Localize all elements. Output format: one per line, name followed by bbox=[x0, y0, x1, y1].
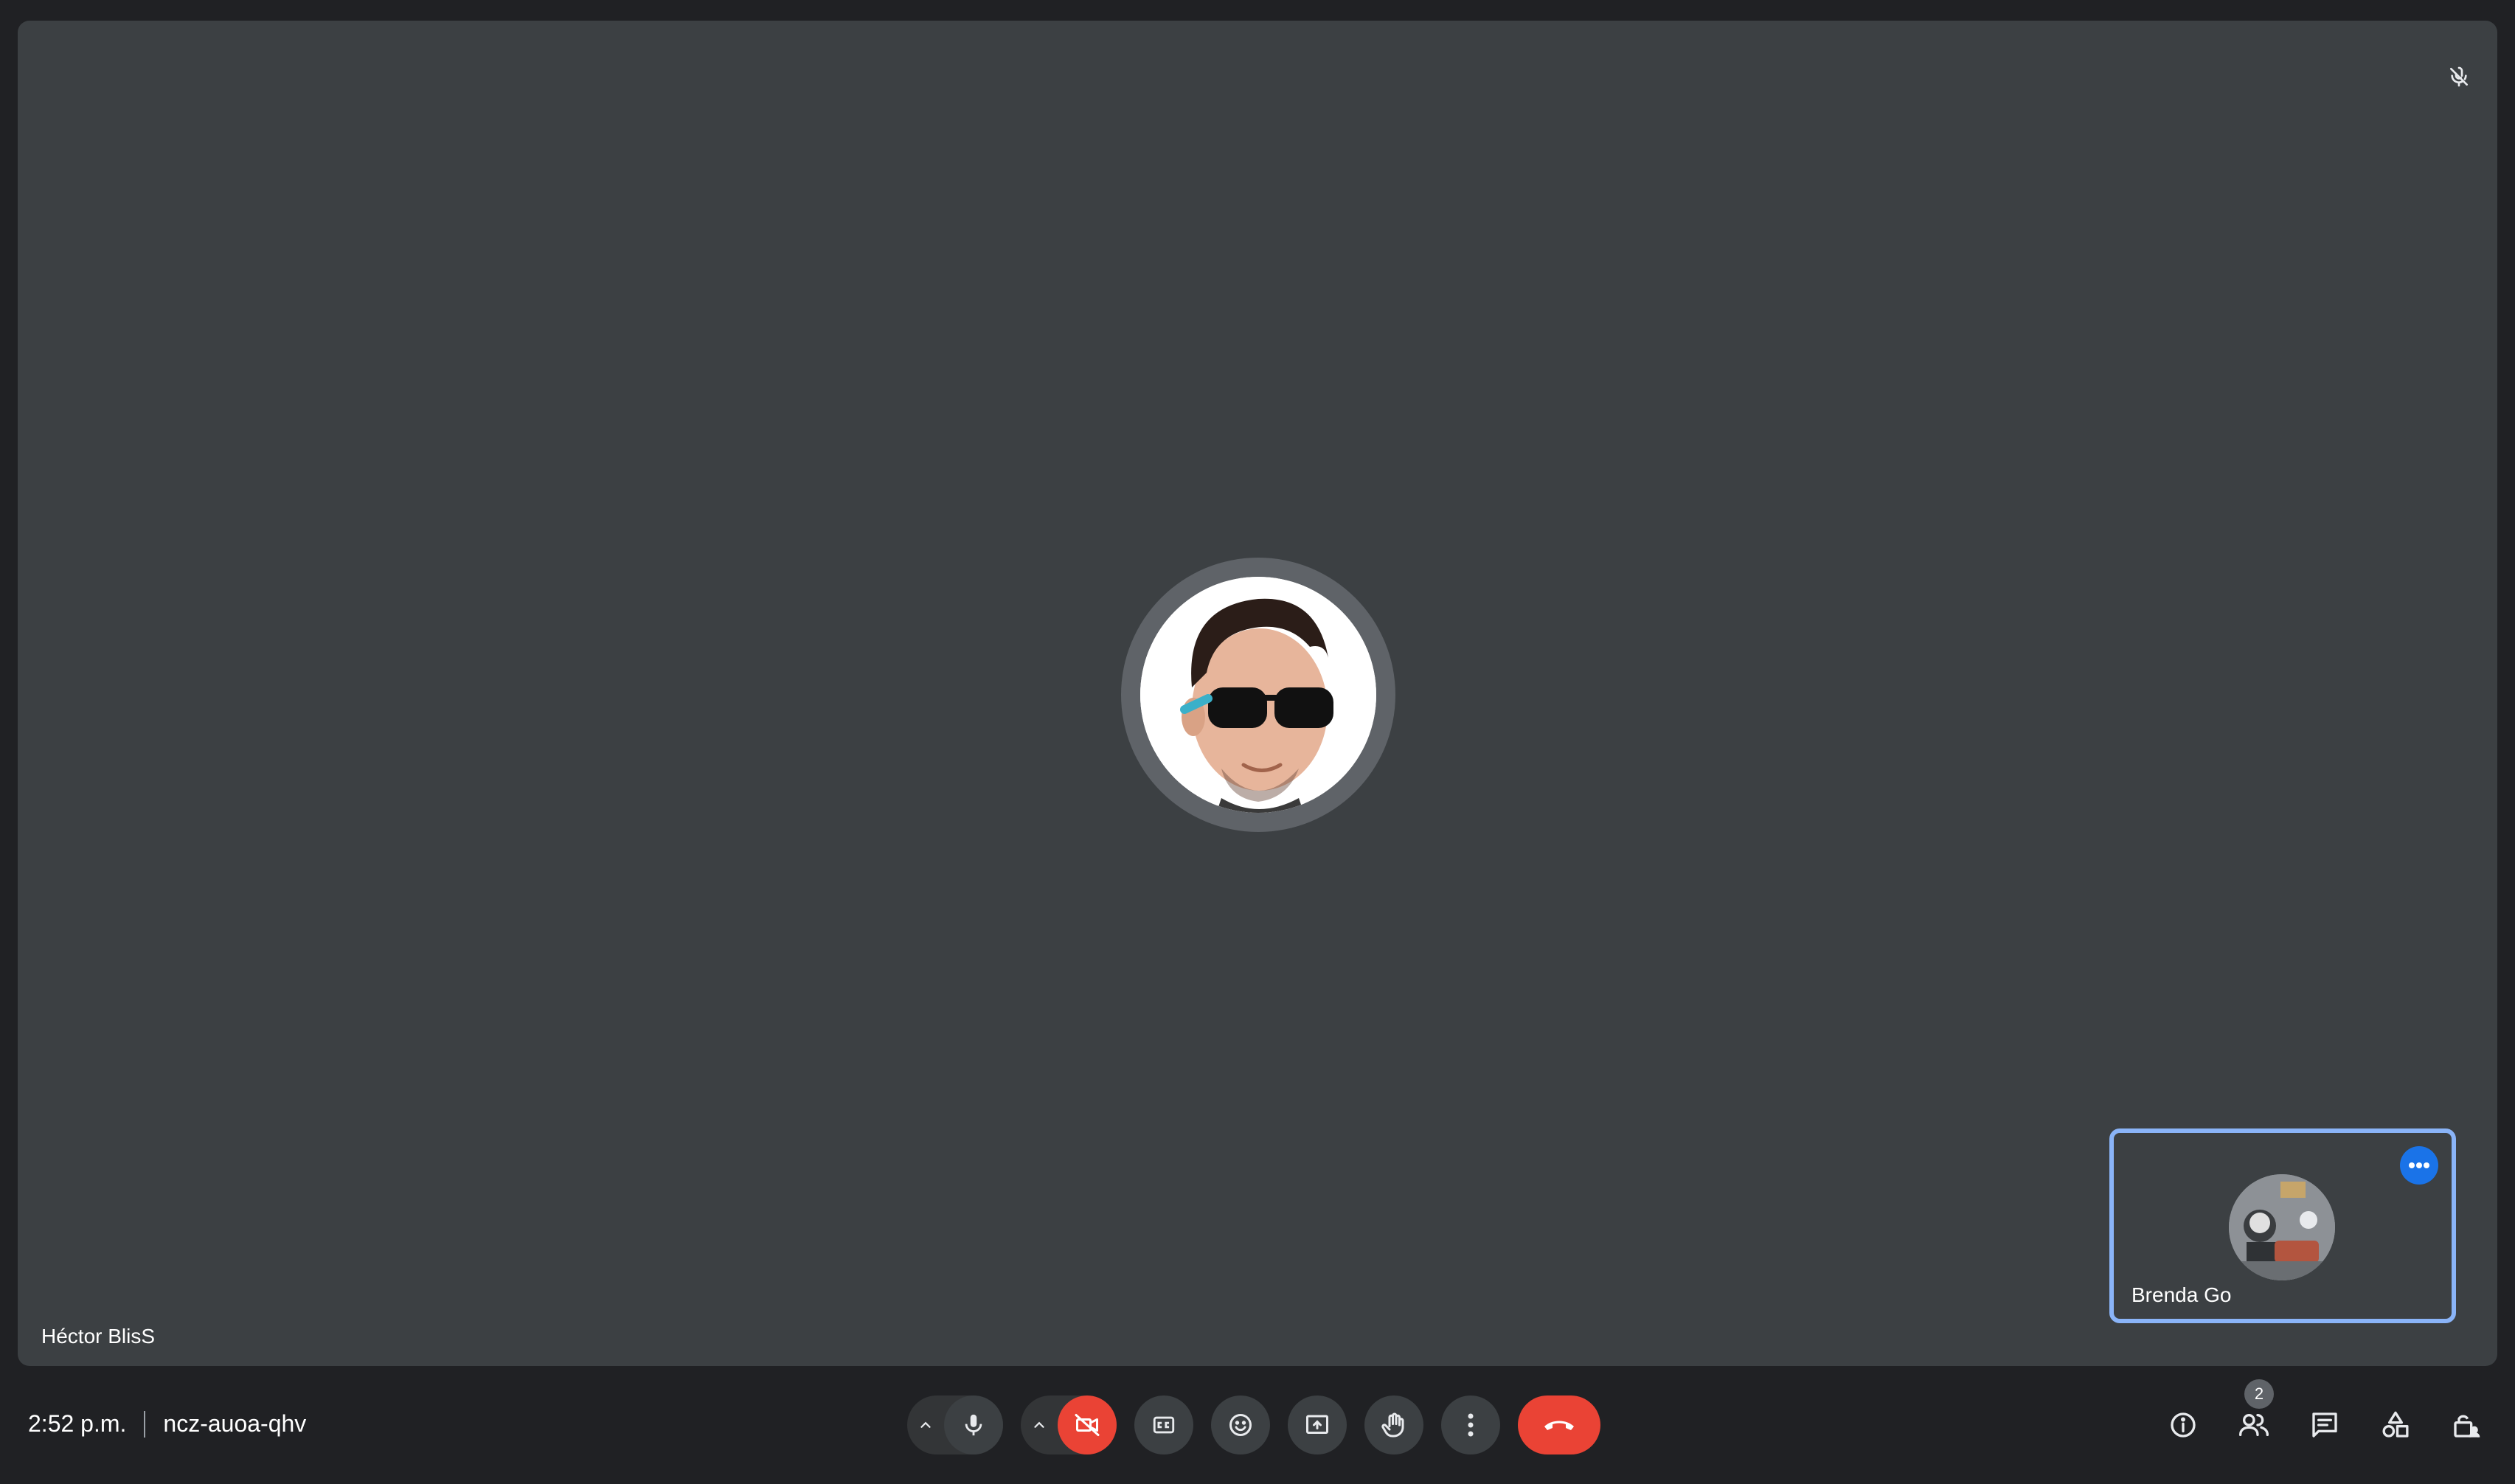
mic-button[interactable] bbox=[944, 1395, 1003, 1454]
mic-control-group bbox=[907, 1395, 1003, 1454]
participant-name: Héctor BlisS bbox=[41, 1325, 156, 1348]
meeting-code[interactable]: ncz-auoa-qhv bbox=[163, 1410, 306, 1438]
present-screen-icon bbox=[1304, 1412, 1331, 1438]
meeting-details: 2:52 p.m. ncz-auoa-qhv bbox=[28, 1410, 306, 1438]
closed-captions-icon bbox=[1151, 1412, 1176, 1438]
more-horiz-icon[interactable] bbox=[2400, 1146, 2438, 1185]
chat-button[interactable] bbox=[2295, 1395, 2354, 1454]
captions-button[interactable] bbox=[1134, 1395, 1193, 1454]
meeting-info-button[interactable] bbox=[2154, 1395, 2213, 1454]
mic-icon bbox=[961, 1412, 986, 1438]
more-vert-icon bbox=[1467, 1412, 1474, 1438]
people-count-badge: 2 bbox=[2244, 1379, 2274, 1409]
self-avatar bbox=[2229, 1174, 2335, 1280]
people-icon bbox=[2238, 1410, 2270, 1440]
info-icon bbox=[2168, 1410, 2198, 1440]
activities-icon bbox=[2381, 1410, 2410, 1440]
self-name: Brenda Go bbox=[2131, 1283, 2232, 1306]
people-button[interactable]: 2 bbox=[2224, 1379, 2283, 1454]
emoji-icon bbox=[1227, 1412, 1254, 1438]
chat-icon bbox=[2310, 1410, 2339, 1440]
chevron-up-icon[interactable] bbox=[907, 1395, 944, 1454]
lock-person-icon bbox=[2452, 1410, 2481, 1440]
camera-button[interactable] bbox=[1058, 1395, 1117, 1454]
activities-button[interactable] bbox=[2366, 1395, 2425, 1454]
call-controls bbox=[907, 1395, 1600, 1454]
present-button[interactable] bbox=[1288, 1395, 1347, 1454]
raise-hand-button[interactable] bbox=[1364, 1395, 1423, 1454]
divider bbox=[144, 1410, 146, 1438]
participant-avatar-ring bbox=[1121, 558, 1395, 832]
hand-icon bbox=[1381, 1412, 1407, 1438]
self-view-tile[interactable]: Brenda Go bbox=[2109, 1128, 2456, 1323]
more-options-button[interactable] bbox=[1441, 1395, 1500, 1454]
meeting-time: 2:52 p.m. bbox=[28, 1410, 127, 1437]
host-controls-button[interactable] bbox=[2437, 1395, 2496, 1454]
side-panel-tools: 2 bbox=[2154, 1379, 2496, 1454]
leave-call-button[interactable] bbox=[1518, 1395, 1600, 1454]
camera-control-group bbox=[1021, 1395, 1117, 1454]
reactions-button[interactable] bbox=[1211, 1395, 1270, 1454]
chevron-up-icon[interactable] bbox=[1021, 1395, 1058, 1454]
call-end-icon bbox=[1542, 1416, 1576, 1434]
videocam-off-icon bbox=[1074, 1412, 1100, 1438]
participant-avatar bbox=[1140, 577, 1376, 813]
mic-off-icon bbox=[2440, 58, 2478, 96]
